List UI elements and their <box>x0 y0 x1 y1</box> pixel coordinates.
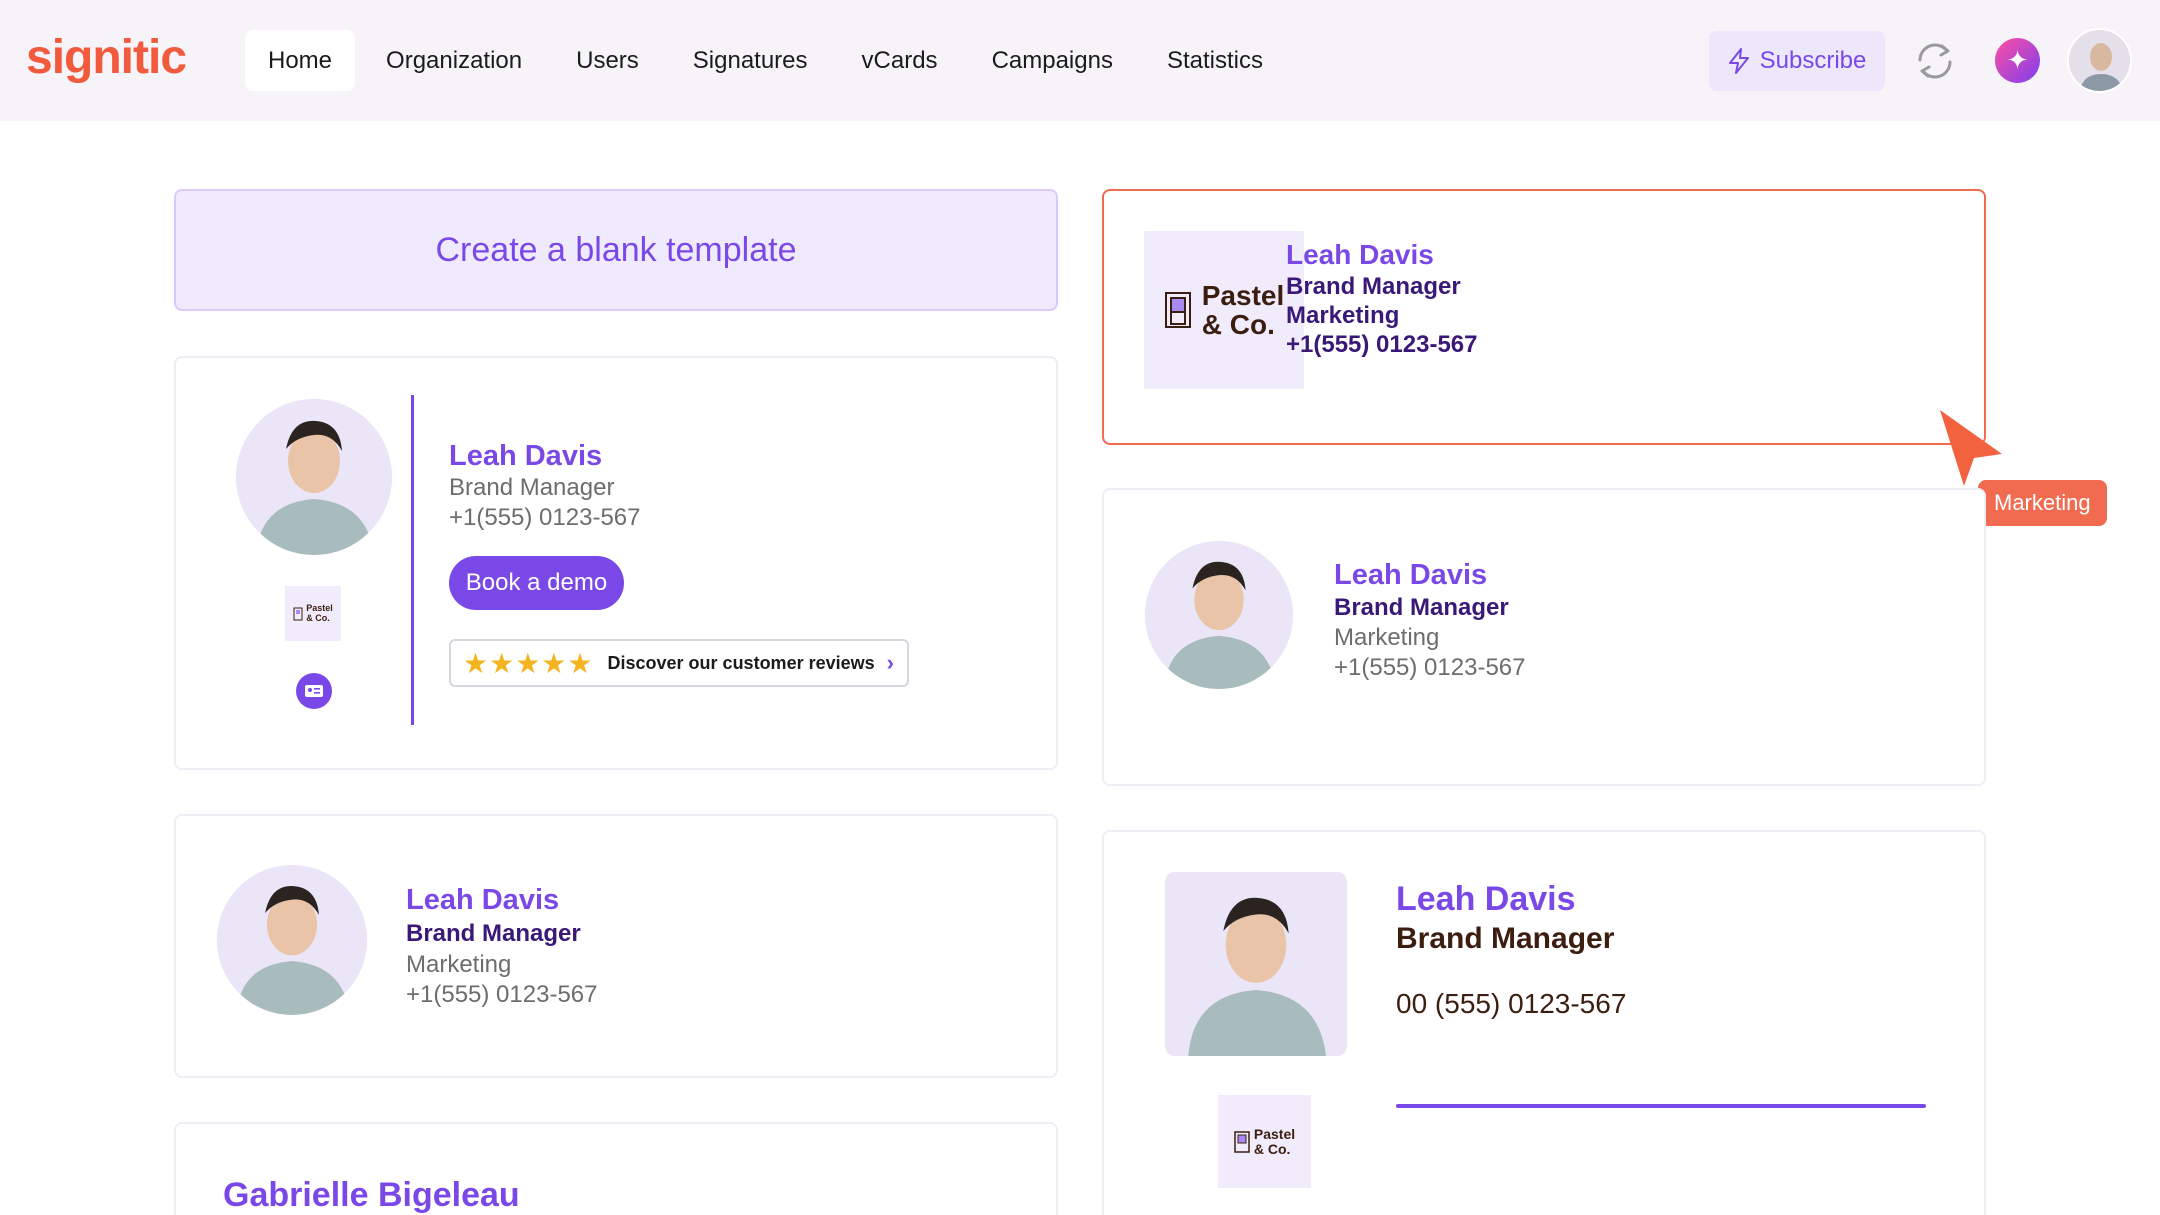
vertical-divider <box>411 395 414 725</box>
pastel-logo-tile: Pastel & Co. <box>1144 231 1304 389</box>
profile-photo-icon <box>236 399 392 555</box>
pastel-logo-small: Pastel & Co. <box>285 586 341 641</box>
pastel-logo-icon <box>293 607 303 620</box>
ai-sparkle-icon[interactable]: ✦ <box>1995 38 2040 83</box>
five-stars-icon: ★★★★★ <box>463 647 594 679</box>
id-card-icon <box>305 685 323 697</box>
signature-phone: +1(555) 0123-567 <box>406 981 598 1008</box>
book-demo-button[interactable]: Book a demo <box>449 556 624 610</box>
pastel-logo-text: Pastel & Co. <box>1201 279 1285 340</box>
template-card-selected[interactable]: Pastel & Co. Leah Davis Brand Manager Ma… <box>1102 189 1986 445</box>
sync-icon[interactable] <box>1912 38 1958 84</box>
signature-role: Brand Manager <box>1286 273 1461 300</box>
profile-photo <box>1165 872 1347 1056</box>
subscribe-label: Subscribe <box>1759 47 1867 74</box>
profile-photo-icon <box>217 865 367 1015</box>
profile-photo-icon <box>1165 872 1347 1056</box>
customer-reviews-banner[interactable]: ★★★★★ Discover our customer reviews › <box>449 639 909 687</box>
create-blank-template-label: Create a blank template <box>435 230 797 269</box>
signature-department: Marketing <box>1334 624 1440 651</box>
profile-photo <box>236 399 392 555</box>
profile-photo <box>217 865 367 1015</box>
signature-phone: +1(555) 0123-567 <box>449 504 641 531</box>
signature-name: Leah Davis <box>1396 880 1576 918</box>
profile-photo <box>1145 541 1293 689</box>
nav-item-statistics[interactable]: Statistics <box>1144 30 1286 91</box>
signature-name: Leah Davis <box>1286 239 1434 270</box>
nav-item-campaigns[interactable]: Campaigns <box>969 30 1136 91</box>
signature-name: Leah Davis <box>449 440 603 472</box>
nav-item-vcards[interactable]: vCards <box>839 30 961 91</box>
signature-role: Brand Manager <box>449 474 615 501</box>
signitic-logo[interactable]: signitic <box>26 30 187 85</box>
signature-phone: +1(555) 0123-567 <box>1286 331 1478 358</box>
signature-department: Marketing <box>1286 302 1400 329</box>
signature-phone: +1(555) 0123-567 <box>1334 654 1526 681</box>
pastel-logo-small: Pastel & Co. <box>1218 1095 1311 1188</box>
cursor-pointer-icon <box>1940 410 2002 486</box>
signature-role: Brand Manager <box>406 920 581 947</box>
nav-item-home[interactable]: Home <box>245 30 356 91</box>
top-navigation-bar: signitic Home Organization Users Signatu… <box>0 0 2160 121</box>
vcard-icon[interactable] <box>296 673 332 709</box>
horizontal-divider <box>1396 1104 1926 1108</box>
signature-phone: 00 (555) 0123-567 <box>1396 988 1627 1019</box>
cursor-tag: Marketing <box>1978 480 2107 526</box>
signature-role: Brand Manager <box>1334 594 1509 621</box>
signature-name: Gabrielle Bigeleau <box>223 1176 520 1214</box>
user-avatar[interactable] <box>2067 28 2132 93</box>
signature-name: Leah Davis <box>406 884 560 916</box>
nav-item-organization[interactable]: Organization <box>363 30 545 91</box>
profile-photo-icon <box>1145 541 1293 689</box>
lightning-icon <box>1728 48 1749 74</box>
signature-department: Marketing <box>406 951 512 978</box>
signature-role: Brand Manager <box>1396 922 1615 955</box>
create-blank-template-button[interactable]: Create a blank template <box>174 189 1058 311</box>
pastel-logo-icon <box>1164 292 1191 328</box>
user-avatar-icon <box>2069 30 2130 91</box>
pastel-logo-icon <box>1234 1130 1250 1153</box>
subscribe-button[interactable]: Subscribe <box>1709 31 1885 91</box>
chevron-right-icon: › <box>886 650 894 675</box>
nav-item-users[interactable]: Users <box>553 30 662 91</box>
signature-name: Leah Davis <box>1334 559 1488 591</box>
nav-item-signatures[interactable]: Signatures <box>670 30 831 91</box>
main-nav: Home Organization Users Signatures vCard… <box>245 30 1294 91</box>
reviews-label: Discover our customer reviews <box>607 652 875 673</box>
